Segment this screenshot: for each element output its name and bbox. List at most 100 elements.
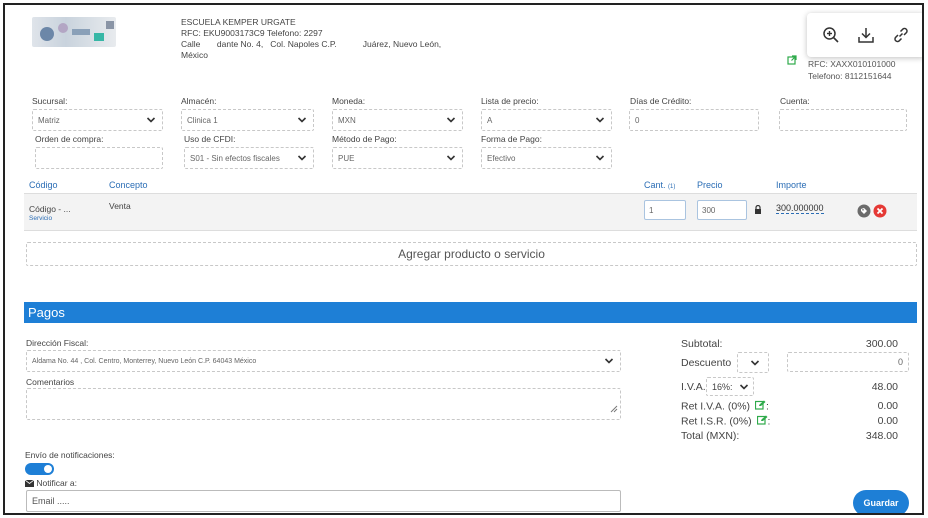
almacen-select[interactable]: Clinica 1 bbox=[181, 109, 314, 131]
row-codigo[interactable]: Código - ... bbox=[29, 204, 71, 214]
direccion-fiscal-label: Dirección Fiscal: bbox=[26, 338, 89, 348]
download-icon[interactable] bbox=[854, 23, 878, 47]
moneda-value: MXN bbox=[338, 115, 356, 125]
subtotal-label: Subtotal: bbox=[681, 338, 723, 350]
uso-cfdi-value: S01 - Sin efectos fiscales bbox=[190, 153, 280, 163]
forma-pago-select[interactable]: Efectivo bbox=[481, 147, 612, 169]
lock-icon[interactable] bbox=[754, 199, 762, 218]
sucursal-select[interactable]: Matriz bbox=[32, 109, 163, 131]
orden-compra-input[interactable] bbox=[35, 147, 163, 169]
dias-credito-value: 0 bbox=[635, 115, 640, 125]
total-label: Total (MXN): bbox=[681, 430, 740, 442]
ret-isr-row: Ret I.S.R. (0%) : bbox=[681, 415, 770, 428]
row-precio-value: 300 bbox=[702, 205, 716, 215]
dias-credito-label: Días de Crédito: bbox=[630, 96, 692, 106]
chevron-down-icon bbox=[595, 153, 605, 165]
pagos-title: Pagos bbox=[28, 305, 65, 320]
row-precio-input[interactable]: 300 bbox=[697, 200, 747, 220]
ret-iva-label: Ret I.V.A. (0%) bbox=[681, 400, 751, 413]
sucursal-value: Matriz bbox=[38, 115, 60, 125]
cuenta-input[interactable] bbox=[779, 109, 907, 131]
add-product-button[interactable]: Agregar producto o servicio bbox=[26, 242, 917, 266]
notificaciones-label: Envío de notificaciones: bbox=[25, 450, 115, 460]
chevron-down-icon bbox=[146, 115, 156, 127]
client-phone: Telefono: 8112151644 bbox=[808, 71, 892, 81]
row-tipo-link[interactable]: Servicio bbox=[29, 215, 52, 222]
edit-icon[interactable] bbox=[754, 400, 766, 413]
col-header-codigo: Código bbox=[29, 180, 58, 190]
pagos-header: Pagos bbox=[24, 302, 917, 323]
col-header-precio: Precio bbox=[697, 180, 723, 190]
row-cant-input[interactable]: 1 bbox=[644, 200, 686, 220]
company-country: México bbox=[181, 50, 208, 60]
chevron-down-icon bbox=[297, 153, 307, 165]
moneda-label: Moneda: bbox=[332, 96, 366, 106]
comentarios-textarea[interactable] bbox=[26, 388, 621, 420]
descuento-type-select[interactable] bbox=[737, 352, 769, 373]
lista-precio-label: Lista de precio: bbox=[481, 96, 539, 106]
notificar-label: Notificar a: bbox=[36, 478, 77, 488]
lista-precio-select[interactable]: A bbox=[481, 109, 612, 131]
company-info: ESCUELA KEMPER URGATE RFC: EKU9003173C9 … bbox=[181, 17, 441, 61]
forma-pago-label: Forma de Pago: bbox=[481, 134, 542, 144]
descuento-value: 0 bbox=[897, 357, 903, 367]
row-concepto: Venta bbox=[109, 201, 131, 211]
edit-icon[interactable] bbox=[756, 415, 768, 428]
notificar-label-row: Notificar a: bbox=[24, 478, 77, 488]
iva-label: I.V.A. bbox=[681, 381, 706, 393]
uso-cfdi-select[interactable]: S01 - Sin efectos fiscales bbox=[184, 147, 314, 169]
descuento-input[interactable]: 0 bbox=[787, 352, 909, 372]
dias-credito-input[interactable]: 0 bbox=[629, 109, 759, 131]
direccion-fiscal-value: Aldama No. 44 , Col. Centro, Monterrey, … bbox=[32, 357, 257, 365]
company-address: Calle dante No. 4, Col. Napoles C.P. Juá… bbox=[181, 39, 442, 49]
save-button[interactable]: Guardar bbox=[853, 490, 909, 513]
document-toolbar bbox=[807, 13, 922, 57]
sucursal-label: Sucursal: bbox=[32, 96, 68, 106]
client-info: RFC: XAXX010101000 Telefono: 8112151644 bbox=[808, 58, 895, 82]
tag-icon[interactable] bbox=[857, 203, 871, 222]
iva-value: 48.00 bbox=[871, 381, 898, 393]
ret-isr-label: Ret I.S.R. (0%) bbox=[681, 415, 752, 428]
descuento-label: Descuento bbox=[681, 357, 732, 369]
notificaciones-toggle[interactable] bbox=[25, 463, 54, 475]
ret-iva-suffix: : bbox=[765, 400, 769, 413]
chevron-down-icon bbox=[739, 382, 749, 394]
orden-compra-label: Orden de compra: bbox=[35, 134, 104, 144]
company-rfc: RFC: EKU9003173C9 Telefono: 2297 bbox=[181, 28, 323, 38]
metodo-pago-label: Método de Pago: bbox=[332, 134, 397, 144]
almacen-label: Almacén: bbox=[181, 96, 217, 106]
comentarios-label: Comentarios bbox=[26, 377, 75, 387]
external-link-icon[interactable] bbox=[787, 50, 797, 69]
uso-cfdi-label: Uso de CFDI: bbox=[184, 134, 236, 144]
subtotal-value: 300.00 bbox=[865, 338, 898, 350]
iva-rate-select[interactable]: 16%: bbox=[706, 377, 754, 396]
link-icon[interactable] bbox=[889, 23, 913, 47]
chevron-down-icon bbox=[595, 115, 605, 127]
company-logo bbox=[32, 17, 116, 47]
moneda-select[interactable]: MXN bbox=[332, 109, 463, 131]
delete-icon[interactable] bbox=[873, 203, 887, 222]
chevron-down-icon bbox=[604, 356, 614, 368]
zoom-in-icon[interactable] bbox=[819, 23, 843, 47]
ret-iva-value: 0.00 bbox=[877, 400, 898, 412]
chevron-down-icon bbox=[446, 153, 456, 165]
col-header-cant-sup: (1) bbox=[668, 184, 676, 190]
email-placeholder: Email ..... bbox=[32, 496, 70, 506]
direccion-fiscal-select[interactable]: Aldama No. 44 , Col. Centro, Monterrey, … bbox=[26, 350, 621, 372]
client-rfc: RFC: XAXX010101000 bbox=[808, 59, 896, 69]
cuenta-label: Cuenta: bbox=[780, 96, 810, 106]
row-cant-value: 1 bbox=[649, 205, 654, 215]
resize-handle-icon[interactable] bbox=[610, 398, 618, 417]
col-header-concepto: Concepto bbox=[109, 180, 148, 190]
chevron-down-icon bbox=[446, 115, 456, 127]
email-input[interactable]: Email ..... bbox=[26, 490, 621, 512]
almacen-value: Clinica 1 bbox=[187, 115, 218, 125]
col-header-importe: Importe bbox=[776, 180, 807, 190]
chevron-down-icon bbox=[750, 358, 760, 370]
metodo-pago-select[interactable]: PUE bbox=[332, 147, 463, 169]
company-name: ESCUELA KEMPER URGATE bbox=[181, 17, 296, 27]
col-header-cant: Cant. (1) bbox=[644, 180, 675, 190]
chevron-down-icon bbox=[297, 115, 307, 127]
ret-isr-value: 0.00 bbox=[877, 415, 898, 427]
row-importe[interactable]: 300.000000 bbox=[776, 203, 824, 214]
